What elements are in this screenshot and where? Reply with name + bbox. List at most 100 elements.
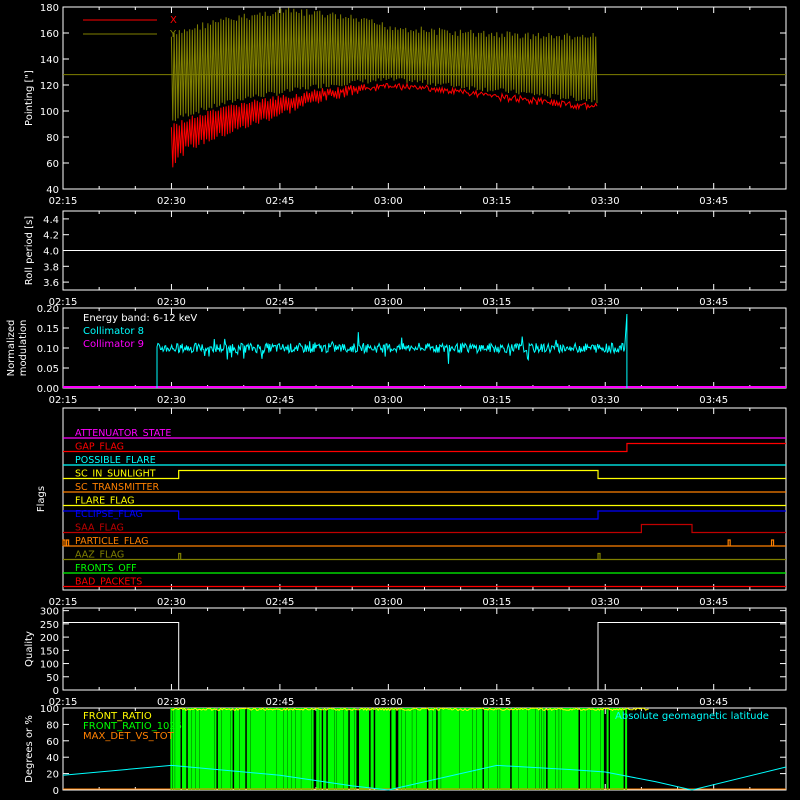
y-tick-label: 160: [40, 29, 59, 40]
y-tick-label: 4.4: [43, 215, 59, 226]
x-tick-label: 03:45: [699, 395, 728, 406]
y-tick-label: 150: [40, 646, 59, 657]
y-tick-label: 40: [46, 753, 59, 764]
flag-eclipse-flag-line: [63, 510, 786, 520]
x-tick-label: 02:30: [157, 597, 186, 608]
x-tick-label: 03:00: [374, 697, 403, 708]
x-tick-label: 03:15: [482, 697, 511, 708]
multi-panel-chart: 40 60 80 100 120 140 160 180 02:15 02:30 02:45 03:0…: [6, 3, 787, 797]
y-tick-label: 100: [40, 704, 59, 715]
x-tick-label: 02:15: [49, 196, 78, 207]
y-axis-label: Degrees or %: [24, 715, 35, 783]
y-tick-label: 300: [40, 607, 59, 618]
x-tick-label: 03:15: [482, 395, 511, 406]
x-tick-label: 02:15: [49, 395, 78, 406]
legend-x-label: X: [170, 15, 177, 26]
y-axis-label: Normalized: [6, 320, 17, 377]
y-tick-label: 0.15: [37, 324, 59, 335]
x-tick-label: 03:45: [699, 297, 728, 308]
x-tick-label: 03:45: [699, 697, 728, 708]
y-tick-label: 80: [46, 720, 59, 731]
energy-band-annotation: Energy band: 6-12 keV: [83, 313, 197, 324]
flag-gap-flag-label: GAP_FLAG: [75, 442, 124, 453]
flag-aaz-flag-line: [63, 552, 786, 561]
flag-saa-flag-line: [63, 523, 786, 534]
x-tick-label: 03:30: [591, 297, 620, 308]
panel-frame: [62, 607, 787, 691]
flag-eclipse-flag-label: ECLIPSE_FLAG: [75, 509, 143, 520]
y-axis-label: Pointing ["]: [24, 70, 35, 126]
y-tick-label: 250: [40, 620, 59, 631]
flag-sc-in-sunlight-line: [63, 469, 786, 480]
y-tick-label: 4.0: [43, 247, 59, 258]
x-tick-label: 02:30: [157, 196, 186, 207]
x-tick-label: 03:45: [699, 196, 728, 207]
legend-y-label: Y: [169, 29, 177, 40]
x-tick-label: 02:45: [265, 395, 294, 406]
x-tick-label: 03:15: [482, 196, 511, 207]
flag-particle-flag-line: [62, 539, 786, 547]
x-tick-label: 03:00: [374, 196, 403, 207]
y-axis-label: Roll period [s]: [24, 216, 35, 285]
flag-bad-packets-label: BAD_PACKETS: [75, 577, 142, 588]
y-tick-label: 0.10: [37, 344, 59, 355]
series-y-line: [170, 7, 598, 122]
flag-particle-flag-label: PARTICLE_FLAG: [75, 536, 148, 547]
x-tick-label: 02:30: [157, 297, 186, 308]
y-tick-label: 60: [46, 159, 59, 170]
y-tick-label: 60: [46, 737, 59, 748]
x-tick-label: 03:15: [482, 597, 511, 608]
x-tick-label: 02:45: [265, 697, 294, 708]
y-tick-label: 120: [40, 81, 59, 92]
x-tick-label: 03:00: [374, 395, 403, 406]
x-tick-label: 03:00: [374, 297, 403, 308]
y-tick-label: 0: [53, 786, 59, 797]
flag-sc-in-sunlight-label: SC_IN_SUNLIGHT: [75, 469, 156, 480]
x-tick-label: 03:30: [591, 697, 620, 708]
quality-line: [63, 622, 786, 691]
y-tick-label: 0.05: [37, 364, 59, 375]
x-tick-label: 03:45: [699, 597, 728, 608]
legend-collimator-8: Collimator 8: [83, 326, 144, 337]
flag-fronts-off-label: FRONTS_OFF: [75, 563, 137, 574]
y-tick-label: 40: [46, 185, 59, 196]
front-ratio-1025-bars: [170, 708, 628, 790]
y-tick-label: 0.20: [37, 304, 59, 315]
collimator-8-line: [156, 313, 628, 388]
x-tick-label: 02:45: [265, 297, 294, 308]
x-tick-label: 02:30: [157, 395, 186, 406]
panel-frame: [62, 407, 787, 591]
x-tick-label: 02:45: [265, 196, 294, 207]
y-tick-label: 3.6: [43, 278, 59, 289]
flag-aaz-flag-label: AAZ_FLAG: [75, 550, 124, 561]
x-tick-label: 03:15: [482, 297, 511, 308]
legend-max-det-vs-tot: MAX_DET_VS_TOT: [83, 731, 175, 742]
flag-sc-transmitter-label: SC_TRANSMITTER: [75, 482, 160, 493]
y-axis-label: modulation: [18, 320, 29, 377]
y-tick-label: 100: [40, 660, 59, 671]
flag-saa-flag-label: SAA_FLAG: [75, 523, 124, 534]
y-tick-label: 100: [40, 107, 59, 118]
y-tick-label: 180: [40, 3, 59, 14]
y-tick-label: 50: [46, 673, 59, 684]
y-axis-label: Flags: [36, 486, 47, 512]
flag-possible-flare-label: POSSIBLE_FLARE: [75, 455, 156, 466]
y-tick-label: 4.2: [43, 231, 59, 242]
legend-geomagnetic-latitude: Absolute geomagnetic latitude: [615, 711, 769, 722]
y-tick-label: 0: [53, 686, 59, 697]
flag-attenuator-state-label: ATTENUATOR_STATE: [75, 428, 171, 439]
x-tick-label: 03:30: [591, 395, 620, 406]
y-tick-label: 20: [46, 770, 59, 781]
y-tick-label: 0.00: [37, 384, 59, 395]
y-tick-label: 3.8: [43, 262, 59, 273]
x-tick-label: 03:30: [591, 196, 620, 207]
flag-gap-flag-line: [63, 442, 786, 453]
flag-flare-flag-label: FLARE_FLAG: [75, 496, 135, 507]
y-tick-label: 140: [40, 55, 59, 66]
x-tick-label: 03:30: [591, 597, 620, 608]
y-axis-label: Quality: [24, 631, 35, 667]
y-tick-label: 80: [46, 133, 59, 144]
x-tick-label: 02:30: [157, 697, 186, 708]
x-tick-label: 03:00: [374, 597, 403, 608]
y-tick-label: 200: [40, 633, 59, 644]
